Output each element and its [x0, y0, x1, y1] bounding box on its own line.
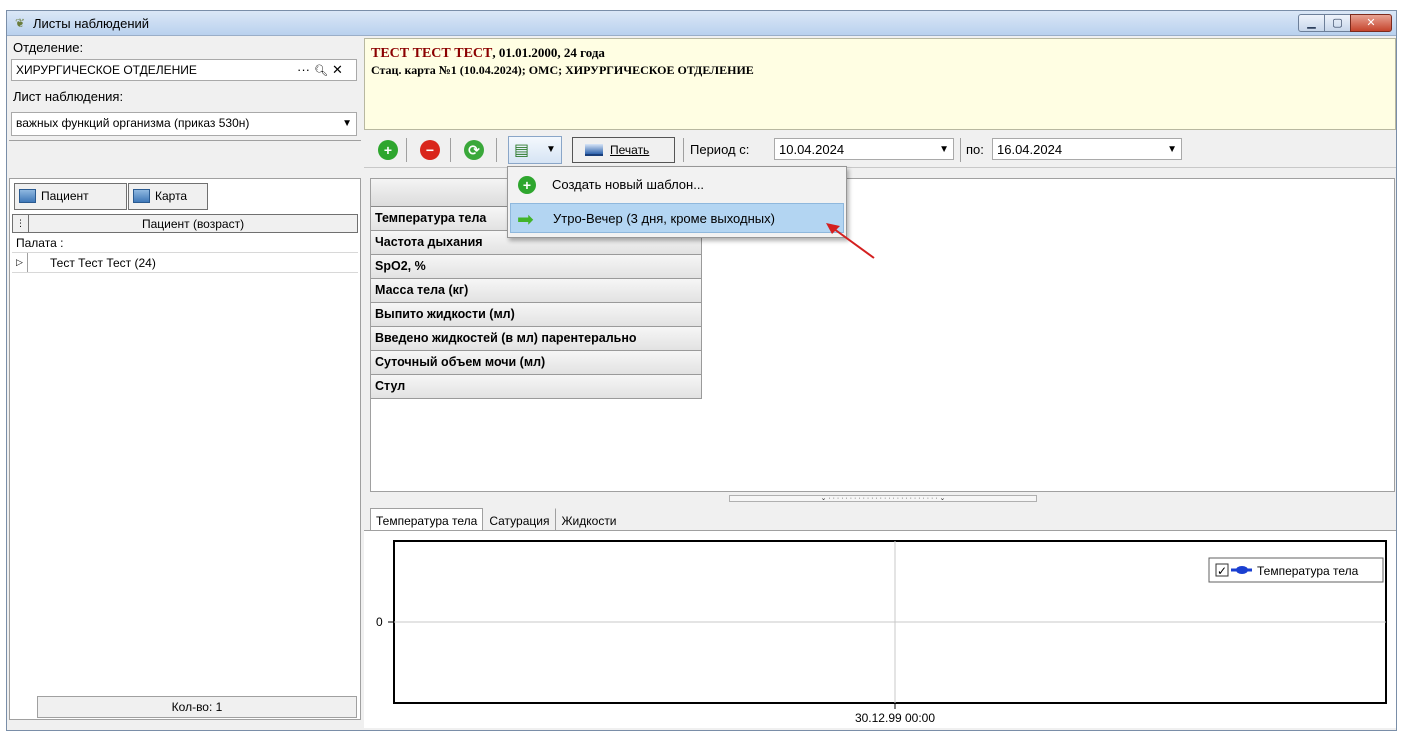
chevron-down-icon[interactable]: ▼	[939, 144, 949, 155]
temperature-chart: 0 30.12.99 00:00 ✓ Температура тела	[364, 530, 1396, 728]
chart-svg: 0 30.12.99 00:00 ✓ Температура тела	[376, 540, 1387, 725]
patient-button-label: Пациент	[41, 189, 89, 203]
row-pointer-icon: ▷	[12, 253, 28, 272]
observation-row[interactable]: Введено жидкостей (в мл) парентерально	[371, 327, 702, 351]
patient-name: ТЕСТ ТЕСТ ТЕСТ	[371, 46, 493, 61]
group-row-label: Палата :	[16, 236, 64, 250]
period-to-field[interactable]: 16.04.2024 ▼	[992, 138, 1182, 160]
print-button[interactable]: Печать	[572, 137, 675, 163]
card-icon	[133, 189, 150, 203]
legend-series-marker	[1236, 566, 1248, 574]
period-from-field[interactable]: 10.04.2024 ▼	[774, 138, 954, 160]
patient-row-label: Тест Тест Тест (24)	[50, 256, 156, 270]
ellipsis-icon[interactable]: ···	[297, 62, 310, 77]
toolbar: + − ⟳ ▤ ▼ Печать Период с: 10.04.2024 ▼ …	[364, 132, 1396, 168]
printer-icon	[585, 144, 603, 156]
grid-menu-icon[interactable]: ⋮	[13, 215, 29, 232]
toolbar-divider	[683, 138, 684, 162]
templates-split-button[interactable]: ▤ ▼	[508, 136, 562, 164]
period-from-value: 10.04.2024	[779, 142, 845, 157]
observation-row[interactable]: Масса тела (кг)	[371, 279, 702, 303]
count-label: Кол-во: 1	[37, 696, 357, 718]
title-bar[interactable]: ❦ Листы наблюдений ▁ ▢ ✕	[7, 11, 1396, 36]
templates-dropdown-menu: + Создать новый шаблон... ➡ Утро-Вечер (…	[507, 166, 847, 238]
observation-row[interactable]: Суточный объем мочи (мл)	[371, 351, 702, 375]
tab-fluids[interactable]: Жидкости	[555, 508, 622, 531]
checkmark-icon: ✓	[1217, 564, 1227, 578]
y-tick-label: 0	[376, 615, 383, 629]
department-value: ХИРУРГИЧЕСКОЕ ОТДЕЛЕНИЕ	[16, 63, 197, 77]
toolbar-divider	[450, 138, 451, 162]
chevron-down-icon[interactable]: ▼	[546, 144, 556, 155]
observation-row[interactable]: Выпито жидкости (мл)	[371, 303, 702, 327]
observation-sheets-window: ❦ Листы наблюдений ▁ ▢ ✕ Отделение: ХИРУ…	[6, 10, 1397, 731]
patient-name-line: ТЕСТ ТЕСТ ТЕСТ, 01.01.2000, 24 года	[371, 45, 605, 62]
sheet-value: важных функций организма (приказ 530н)	[16, 116, 250, 130]
card-button[interactable]: Карта	[128, 183, 208, 210]
patient-details: , 01.01.2000, 24 года	[492, 45, 605, 60]
sheet-select[interactable]: важных функций организма (приказ 530н) ▼	[11, 112, 357, 136]
patient-header: ТЕСТ ТЕСТ ТЕСТ, 01.01.2000, 24 года Стац…	[364, 38, 1396, 130]
app-icon: ❦	[15, 16, 26, 30]
template-doc-icon: ▤	[514, 142, 530, 159]
right-panel: ТЕСТ ТЕСТ ТЕСТ, 01.01.2000, 24 года Стац…	[364, 38, 1396, 728]
minimize-button[interactable]: ▁	[1298, 14, 1325, 32]
toolbar-divider	[960, 138, 961, 162]
window-controls: ▁ ▢ ✕	[1298, 14, 1392, 32]
refresh-icon[interactable]: ⟳	[464, 140, 484, 160]
patient-card: Стац. карта №1 (10.04.2024); ОМС; ХИРУРГ…	[371, 63, 754, 77]
grid-header[interactable]: ⋮ Пациент (возраст)	[12, 214, 358, 233]
close-button[interactable]: ✕	[1350, 14, 1392, 32]
panel-splitter[interactable]: ⌄ · · · · · · · · · · · · · · · · · · · …	[729, 495, 1037, 502]
period-to-label: по:	[966, 142, 984, 157]
window-title: Листы наблюдений	[33, 16, 150, 31]
arrow-right-icon: ➡	[517, 209, 534, 231]
toolbar-divider	[496, 138, 497, 162]
observation-row[interactable]: Стул	[371, 375, 702, 399]
menu-item-label: Утро-Вечер (3 дня, кроме выходных)	[553, 211, 775, 226]
maximize-button[interactable]: ▢	[1324, 14, 1351, 32]
patient-button[interactable]: Пациент	[14, 183, 127, 210]
department-field-icons: ··· 🔍︎ ✕	[293, 62, 343, 78]
patient-icon	[19, 189, 36, 203]
grid-header-label: Пациент (возраст)	[141, 217, 245, 231]
chart-legend[interactable]: ✓ Температура тела	[1208, 557, 1384, 583]
tab-saturation[interactable]: Сатурация	[483, 508, 555, 531]
chevron-down-icon[interactable]: ▼	[1167, 144, 1177, 155]
department-label: Отделение:	[13, 40, 84, 55]
clear-icon[interactable]: ✕	[332, 62, 343, 77]
observation-row[interactable]: SpO2, %	[371, 255, 702, 279]
patients-grid: Пациент Карта ⋮ Пациент (возраст) Палата…	[9, 178, 361, 720]
print-button-label: Печать	[610, 143, 650, 157]
add-icon: +	[518, 176, 536, 194]
sheet-label: Лист наблюдения:	[13, 89, 124, 104]
period-from-label: Период с:	[690, 142, 750, 157]
chart-tabs: Температура тела Сатурация Жидкости	[370, 508, 623, 531]
menu-item-create-template[interactable]: + Создать новый шаблон...	[510, 170, 844, 200]
delete-icon[interactable]: −	[420, 140, 440, 160]
left-panel: Отделение: ХИРУРГИЧЕСКОЕ ОТДЕЛЕНИЕ ··· 🔍︎…	[9, 38, 361, 728]
menu-item-label: Создать новый шаблон...	[552, 177, 705, 192]
menu-item-template-morning-evening[interactable]: ➡ Утро-Вечер (3 дня, кроме выходных)	[510, 203, 844, 233]
period-to-value: 16.04.2024	[997, 142, 1063, 157]
search-icon[interactable]: 🔍︎	[314, 65, 328, 77]
card-button-label: Карта	[155, 189, 188, 203]
chevron-down-icon[interactable]: ▼	[342, 118, 352, 129]
x-tick-label: 30.12.99 00:00	[855, 711, 935, 725]
legend-label: Температура тела	[1257, 564, 1359, 578]
group-row[interactable]: Палата :	[12, 233, 358, 253]
tab-temperature[interactable]: Температура тела	[370, 508, 484, 531]
divider	[9, 140, 361, 141]
add-icon[interactable]: +	[378, 140, 398, 160]
table-row[interactable]: ▷ Тест Тест Тест (24)	[12, 253, 358, 273]
toolbar-divider	[406, 138, 407, 162]
annotation-arrow-icon	[826, 223, 875, 259]
